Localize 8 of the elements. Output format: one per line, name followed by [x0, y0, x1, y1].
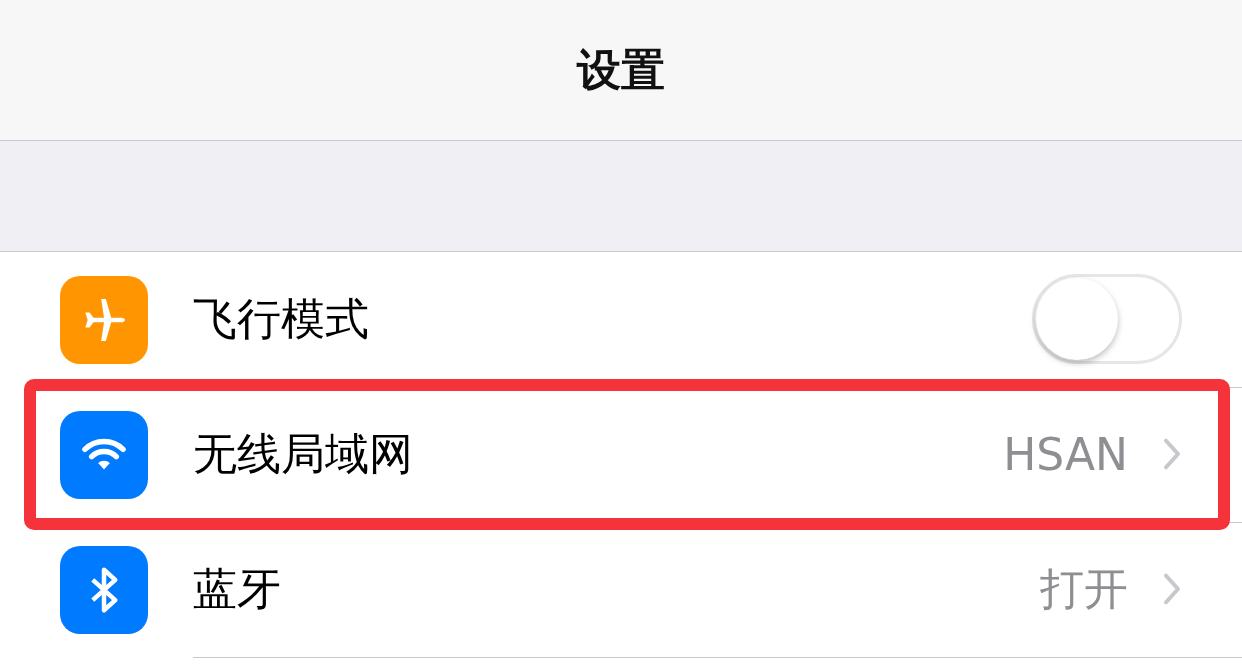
setting-label: 无线局域网 [193, 426, 414, 481]
setting-value: 打开 [1040, 561, 1128, 616]
chevron-icon [1162, 572, 1182, 606]
page-title: 设置 [577, 42, 665, 97]
chevron-icon [1162, 437, 1182, 471]
setting-label: 飞行模式 [193, 291, 370, 346]
setting-value: HSAN [1003, 428, 1128, 480]
setting-label: 蓝牙 [193, 561, 282, 616]
